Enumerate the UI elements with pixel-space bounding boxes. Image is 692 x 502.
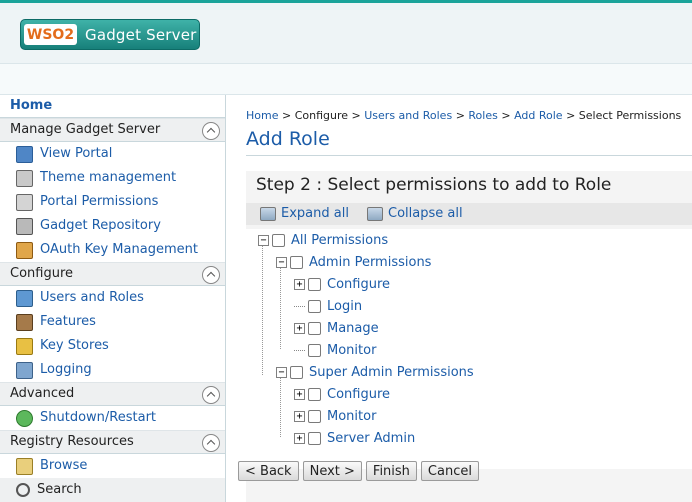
- permissions-icon: [16, 193, 33, 211]
- breadcrumb-users-and-roles[interactable]: Users and Roles: [364, 109, 452, 122]
- expand-all-button[interactable]: Expand all: [260, 206, 349, 221]
- step-title: Step 2 : Select permissions to add to Ro…: [256, 175, 612, 195]
- permission-checkbox[interactable]: [308, 321, 321, 335]
- plus-toggle-icon[interactable]: +: [294, 388, 305, 400]
- breadcrumb-home[interactable]: Home: [246, 109, 278, 122]
- back-button[interactable]: < Back: [238, 461, 299, 481]
- title-divider: [246, 155, 692, 156]
- sidebar-item-theme-management[interactable]: Theme management: [0, 166, 225, 190]
- tree-toolbar: Expand all Collapse all: [246, 203, 692, 225]
- logo-brand: WSO2: [24, 24, 77, 45]
- tree-node-admin-permissions[interactable]: − Admin Permissions: [276, 251, 431, 273]
- grid-icon: [16, 145, 33, 163]
- finish-button[interactable]: Finish: [365, 461, 417, 481]
- plus-toggle-icon[interactable]: +: [294, 278, 305, 290]
- breadcrumb-configure: Configure: [294, 109, 349, 122]
- cancel-button[interactable]: Cancel: [420, 461, 479, 481]
- sidebar-section-manage-gadget-server[interactable]: Manage Gadget Server: [0, 118, 225, 142]
- sidebar-section-configure[interactable]: Configure: [0, 262, 225, 286]
- sidebar-item-shutdown-restart[interactable]: Shutdown/Restart: [0, 406, 225, 430]
- minus-toggle-icon[interactable]: −: [276, 366, 287, 378]
- permission-checkbox[interactable]: [308, 387, 321, 401]
- sidebar-item-features[interactable]: Features: [0, 310, 225, 334]
- breadcrumb-roles[interactable]: Roles: [468, 109, 497, 122]
- permission-checkbox[interactable]: [308, 277, 321, 291]
- tree-node-admin-manage[interactable]: + Manage: [294, 317, 379, 339]
- permissions-panel: Step 2 : Select permissions to add to Ro…: [246, 171, 692, 502]
- logo-product: Gadget Server: [85, 25, 197, 44]
- permission-checkbox[interactable]: [290, 255, 303, 269]
- permissions-tree: − All Permissions − Admin Permissions + …: [246, 229, 692, 469]
- collapse-all-button[interactable]: Collapse all: [367, 206, 463, 221]
- sidebar-item-search[interactable]: Search: [0, 478, 225, 502]
- header: WSO2 Gadget Server: [0, 3, 692, 63]
- plus-toggle-icon[interactable]: +: [294, 410, 305, 422]
- collapse-icon[interactable]: [202, 266, 220, 284]
- permission-checkbox[interactable]: [272, 233, 285, 247]
- logging-icon: [16, 361, 33, 379]
- sidebar-item-key-stores[interactable]: Key Stores: [0, 334, 225, 358]
- sidebar-item-browse[interactable]: Browse: [0, 454, 225, 478]
- permission-checkbox[interactable]: [308, 409, 321, 423]
- sidebar-item-logging[interactable]: Logging: [0, 358, 225, 382]
- permission-checkbox[interactable]: [308, 431, 321, 445]
- sidebar-item-gadget-repository[interactable]: Gadget Repository: [0, 214, 225, 238]
- key-icon: [16, 337, 33, 355]
- tree-node-super-admin-configure[interactable]: + Configure: [294, 383, 390, 405]
- sidebar-item-users-and-roles[interactable]: Users and Roles: [0, 286, 225, 310]
- next-button[interactable]: Next >: [302, 461, 362, 481]
- features-icon: [16, 313, 33, 331]
- permission-checkbox[interactable]: [308, 343, 321, 357]
- tree-node-super-admin-permissions[interactable]: − Super Admin Permissions: [276, 361, 474, 383]
- plus-toggle-icon[interactable]: +: [294, 322, 305, 334]
- power-icon: [16, 409, 33, 427]
- search-icon: [16, 483, 30, 497]
- sidebar-item-portal-permissions[interactable]: Portal Permissions: [0, 190, 225, 214]
- theme-icon: [16, 169, 33, 187]
- wizard-buttons: < Back Next > Finish Cancel: [238, 461, 479, 481]
- section-title: Advanced: [10, 386, 75, 401]
- collapse-icon[interactable]: [202, 122, 220, 140]
- collapse-icon[interactable]: [202, 386, 220, 404]
- expand-icon: [260, 206, 276, 221]
- section-title: Registry Resources: [10, 434, 134, 449]
- minus-toggle-icon[interactable]: −: [276, 256, 287, 268]
- users-icon: [16, 289, 33, 307]
- tree-node-super-admin-monitor[interactable]: + Monitor: [294, 405, 376, 427]
- permission-checkbox[interactable]: [308, 299, 321, 313]
- permission-checkbox[interactable]: [290, 365, 303, 379]
- collapse-icon[interactable]: [202, 434, 220, 452]
- wso2-gadget-server-logo[interactable]: WSO2 Gadget Server: [20, 19, 200, 50]
- breadcrumb-add-role[interactable]: Add Role: [514, 109, 563, 122]
- sidebar-item-oauth-key-management[interactable]: OAuth Key Management: [0, 238, 225, 262]
- section-title: Manage Gadget Server: [10, 122, 161, 137]
- key-management-icon: [16, 241, 33, 259]
- tree-node-admin-configure[interactable]: + Configure: [294, 273, 390, 295]
- browse-icon: [16, 457, 33, 475]
- section-title: Configure: [10, 266, 74, 281]
- minus-toggle-icon[interactable]: −: [258, 234, 269, 246]
- breadcrumb: Home > Configure > Users and Roles > Rol…: [246, 109, 682, 122]
- tree-node-admin-login[interactable]: Login: [294, 295, 362, 317]
- repository-icon: [16, 217, 33, 235]
- tree-node-super-admin-server-admin[interactable]: + Server Admin: [294, 427, 415, 449]
- sidebar-home-link[interactable]: Home: [0, 95, 225, 118]
- plus-toggle-icon[interactable]: +: [294, 432, 305, 444]
- collapse-icon: [367, 206, 383, 221]
- tree-node-admin-monitor[interactable]: Monitor: [294, 339, 376, 361]
- sidebar-section-advanced[interactable]: Advanced: [0, 382, 225, 406]
- tree-node-all-permissions[interactable]: − All Permissions: [258, 229, 388, 251]
- sidebar-item-view-portal[interactable]: View Portal: [0, 142, 225, 166]
- page-title: Add Role: [246, 128, 330, 150]
- sidebar: Home Manage Gadget Server View Portal Th…: [0, 95, 226, 502]
- breadcrumb-current: Select Permissions: [578, 109, 682, 122]
- sidebar-section-registry-resources[interactable]: Registry Resources: [0, 430, 225, 454]
- sub-header-bar: [0, 63, 692, 95]
- main-content: Home > Configure > Users and Roles > Rol…: [226, 95, 692, 502]
